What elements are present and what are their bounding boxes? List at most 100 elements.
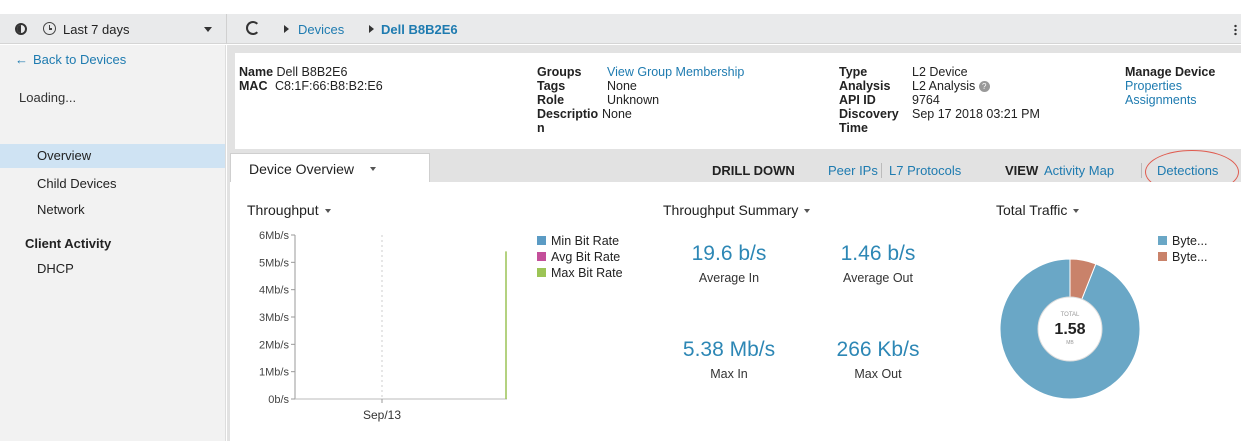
- sidebar-item-label: Overview: [37, 148, 92, 163]
- legend-item: Avg Bit Rate: [537, 249, 623, 265]
- toolbar-divider: [226, 14, 227, 44]
- tab-label: Device Overview: [249, 161, 355, 177]
- average-out-value: 1.46 b/s: [840, 242, 916, 265]
- assignments-link[interactable]: Assignments: [1125, 93, 1197, 107]
- role-label: Role: [537, 93, 565, 107]
- undo-icon[interactable]: [246, 21, 260, 35]
- more-menu-icon[interactable]: [1234, 24, 1237, 36]
- legend-item: Max Bit Rate: [537, 265, 623, 281]
- chevron-right-icon: [284, 25, 289, 33]
- api-id-label: API ID: [839, 93, 876, 107]
- role-value: Unknown: [607, 93, 660, 107]
- mac-value: C8:1F:66:B8:B2:E6: [274, 79, 383, 93]
- average-in-value: 19.6 b/s: [691, 242, 767, 265]
- loading-text: Loading...: [19, 90, 77, 105]
- chevron-down-icon: [370, 167, 376, 171]
- legend-swatch: [1158, 236, 1167, 245]
- legend-item: Byte...: [1158, 249, 1207, 265]
- discovery-label: Discovery: [839, 107, 899, 121]
- name-label: Name: [239, 65, 274, 79]
- sidebar-item-dhcp[interactable]: DHCP: [37, 261, 74, 276]
- sidebar-item-label: DHCP: [37, 261, 74, 276]
- link-divider: [1141, 163, 1142, 178]
- time-range-label: Last 7 days: [63, 22, 130, 37]
- sidebar-item-child-devices[interactable]: Child Devices: [37, 176, 116, 191]
- throughput-title[interactable]: Throughput: [247, 202, 331, 218]
- sidebar-item-label: Child Devices: [37, 176, 117, 191]
- back-to-devices-link[interactable]: ← Back to Devices: [15, 52, 126, 67]
- chevron-down-icon: [804, 209, 811, 214]
- analysis-value: L2 Analysis: [912, 79, 976, 93]
- max-in-value: 5.38 Mb/s: [682, 338, 776, 361]
- chevron-down-icon: [1073, 209, 1080, 214]
- view-group-membership-link[interactable]: View Group Membership: [607, 65, 744, 79]
- y-tick-label: 4Mb/s: [259, 285, 289, 297]
- tab-device-overview[interactable]: Device Overview: [230, 153, 430, 183]
- legend-swatch: [1158, 252, 1167, 261]
- main-content: Name Dell B8B2E6 MAC C8:1F:66:B8:B2:E6 G…: [227, 45, 1241, 441]
- description-label-wrap: n: [537, 121, 545, 135]
- total-traffic-title[interactable]: Total Traffic: [996, 202, 1080, 218]
- legend-item: Byte...: [1158, 233, 1207, 249]
- donut-center-top: TOTAL: [1061, 312, 1080, 318]
- sidebar-section-client-activity: Client Activity: [25, 236, 112, 251]
- arrow-left-icon: ←: [15, 52, 28, 67]
- donut-center-unit: MB: [1066, 340, 1074, 346]
- type-value: L2 Device: [912, 65, 968, 79]
- breadcrumb-current[interactable]: Dell B8B2E6: [381, 22, 458, 37]
- overview-card: Throughput 0b/s 1Mb/s 2Mb/s 3Mb/s 4Mb/s 5Mb/s…: [230, 182, 1241, 441]
- average-in-label: Average In: [698, 271, 760, 285]
- manage-device-label: Manage Device: [1125, 65, 1216, 79]
- y-tick-label: 1Mb/s: [259, 367, 289, 379]
- api-id-value: 9764: [912, 93, 940, 107]
- y-tick-label: 0b/s: [268, 394, 289, 406]
- top-toolbar: Last 7 days Devices Dell B8B2E6: [0, 14, 1241, 44]
- max-in-label: Max In: [710, 367, 748, 381]
- average-out-label: Average Out: [843, 271, 913, 285]
- analysis-label: Analysis: [839, 79, 891, 93]
- type-label: Type: [839, 65, 868, 79]
- description-label: Descriptio: [537, 107, 599, 121]
- sidebar-item-network[interactable]: Network: [37, 202, 85, 217]
- activity-map-link[interactable]: Activity Map: [1044, 163, 1114, 178]
- max-out-value: 266 Kb/s: [836, 338, 920, 361]
- chevron-right-icon: [369, 25, 374, 33]
- half-circle-icon[interactable]: [15, 23, 27, 35]
- sidebar: ← Back to Devices Loading... Overview Chi…: [0, 45, 226, 441]
- clock-icon: [43, 22, 56, 35]
- device-info-panel: Name Dell B8B2E6 MAC C8:1F:66:B8:B2:E6 G…: [235, 53, 1241, 149]
- traffic-legend: Byte... Byte...: [1158, 233, 1207, 265]
- l7-protocols-link[interactable]: L7 Protocols: [889, 163, 961, 178]
- legend-swatch: [537, 252, 546, 261]
- legend-swatch: [537, 236, 546, 245]
- x-tick-label: Sep/13: [363, 408, 401, 422]
- max-out-label: Max Out: [854, 367, 902, 381]
- throughput-summary-title[interactable]: Throughput Summary: [663, 202, 811, 218]
- description-value: None: [602, 107, 632, 121]
- discovery-value: Sep 17 2018 03:21 PM: [912, 107, 1040, 121]
- sidebar-item-overview[interactable]: Overview: [0, 144, 225, 168]
- tags-value: None: [607, 79, 637, 93]
- chevron-down-icon: [324, 209, 331, 214]
- peer-ips-link[interactable]: Peer IPs: [828, 163, 878, 178]
- donut-center-value: 1.58: [1054, 321, 1085, 338]
- total-traffic-donut: TOTAL 1.58 MB: [999, 258, 1141, 400]
- legend-swatch: [537, 268, 546, 277]
- name-value: Dell B8B2E6: [276, 65, 348, 79]
- view-label: VIEW: [1005, 163, 1039, 178]
- groups-label: Groups: [537, 65, 582, 79]
- help-icon[interactable]: ?: [978, 81, 990, 93]
- properties-link[interactable]: Properties: [1125, 79, 1182, 93]
- sidebar-item-label: Network: [37, 202, 85, 217]
- breadcrumb-devices[interactable]: Devices: [298, 22, 344, 37]
- mac-label: MAC: [239, 79, 268, 93]
- y-tick-label: 3Mb/s: [259, 312, 289, 324]
- legend-item: Min Bit Rate: [537, 233, 623, 249]
- time-range-selector[interactable]: Last 7 days: [0, 14, 225, 44]
- y-tick-label: 5Mb/s: [259, 257, 289, 269]
- throughput-chart: 0b/s 1Mb/s 2Mb/s 3Mb/s 4Mb/s 5Mb/s 6Mb/s Sep/13: [259, 230, 507, 422]
- throughput-legend: Min Bit Rate Avg Bit Rate Max Bit Rate: [537, 233, 623, 281]
- link-divider: [881, 163, 882, 178]
- chevron-down-icon[interactable]: [204, 27, 212, 32]
- tags-label: Tags: [537, 79, 566, 93]
